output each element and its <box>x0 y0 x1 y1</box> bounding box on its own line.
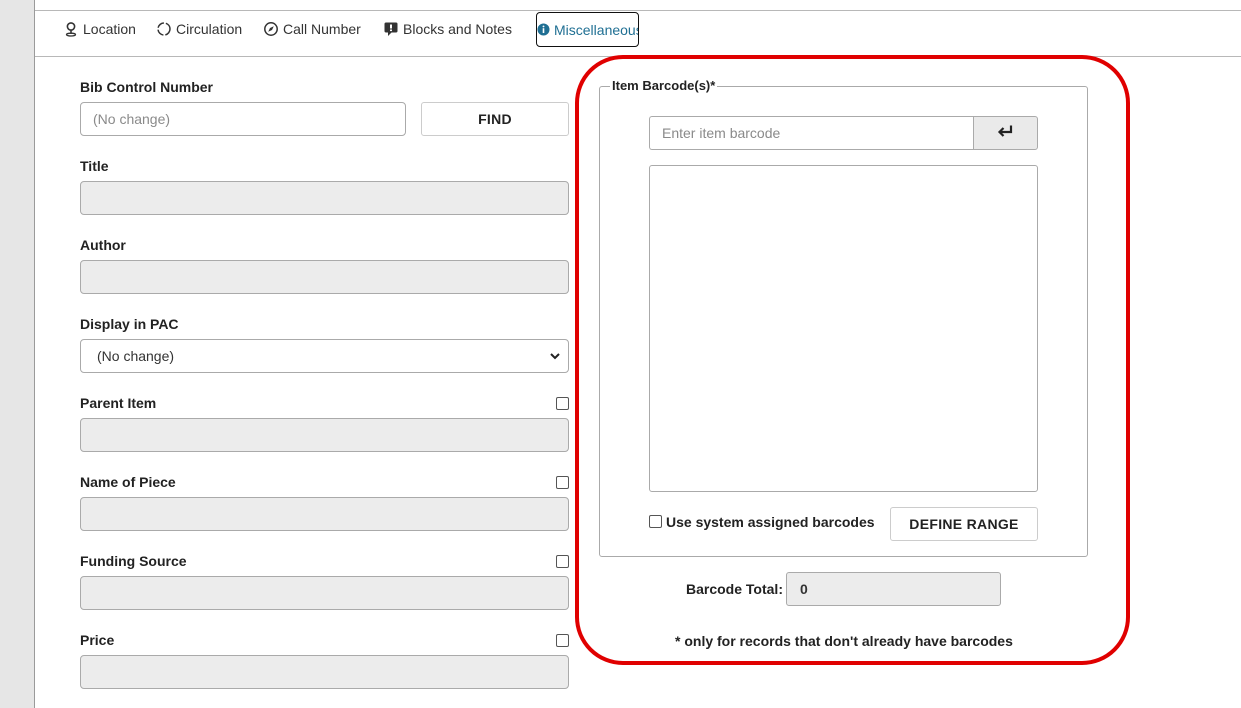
use-system-barcodes-checkbox[interactable] <box>649 515 662 528</box>
parent-item-label: Parent Item <box>80 395 157 411</box>
parent-item-field[interactable] <box>80 418 569 452</box>
add-barcode-button[interactable] <box>973 116 1038 150</box>
price-label: Price <box>80 632 115 648</box>
author-field[interactable] <box>80 260 569 294</box>
location-pin-icon <box>63 21 79 37</box>
price-field[interactable] <box>80 655 569 689</box>
funding-source-field[interactable] <box>80 576 569 610</box>
title-label: Title <box>80 158 109 174</box>
bib-control-number-input[interactable] <box>81 103 405 135</box>
parent-item-checkbox[interactable] <box>556 397 569 410</box>
barcode-list[interactable] <box>649 165 1038 492</box>
price-checkbox[interactable] <box>556 634 569 647</box>
tab-location-label: Location <box>83 21 136 37</box>
name-of-piece-field[interactable] <box>80 497 569 531</box>
tab-circulation[interactable]: Circulation <box>156 11 242 47</box>
name-of-piece-label: Name of Piece <box>80 474 176 490</box>
tab-blocks-and-notes[interactable]: Blocks and Notes <box>383 11 512 47</box>
author-label: Author <box>80 237 126 253</box>
left-gutter <box>0 0 35 708</box>
tab-location[interactable]: Location <box>63 11 136 47</box>
tab-call-number-label: Call Number <box>283 21 361 37</box>
circle-dashed-icon <box>156 21 172 37</box>
funding-source-label: Funding Source <box>80 553 187 569</box>
use-system-barcodes-label: Use system assigned barcodes <box>666 514 875 530</box>
tab-blocks-and-notes-label: Blocks and Notes <box>403 21 512 37</box>
display-in-pac-value: (No change) <box>97 348 175 364</box>
chevron-down-icon <box>548 349 562 363</box>
tab-call-number[interactable]: Call Number <box>263 11 361 47</box>
barcode-total-label: Barcode Total: <box>686 581 783 597</box>
item-barcode-field[interactable] <box>649 116 974 150</box>
barcode-total-field: 0 <box>786 572 1001 606</box>
tab-miscellaneous[interactable]: Miscellaneous <box>536 12 639 47</box>
item-barcodes-legend: Item Barcode(s)* <box>610 78 718 93</box>
bib-control-number-field[interactable] <box>80 102 406 136</box>
tab-miscellaneous-label: Miscellaneous <box>554 21 639 38</box>
info-icon <box>537 22 550 38</box>
note-icon <box>383 21 399 37</box>
funding-source-checkbox[interactable] <box>556 555 569 568</box>
find-button[interactable]: FIND <box>421 102 569 136</box>
title-field[interactable] <box>80 181 569 215</box>
item-barcode-input[interactable] <box>650 117 974 149</box>
define-range-button[interactable]: DEFINE RANGE <box>890 507 1038 541</box>
display-in-pac-select[interactable]: (No change) <box>80 339 569 373</box>
barcode-note: * only for records that don't already ha… <box>675 633 1013 649</box>
compass-icon <box>263 21 279 37</box>
enter-arrow-icon <box>997 124 1015 143</box>
display-in-pac-label: Display in PAC <box>80 316 179 332</box>
tab-bar: Location Circulation Call Number Blocks … <box>35 11 1241 57</box>
bib-control-number-label: Bib Control Number <box>80 79 213 95</box>
tab-circulation-label: Circulation <box>176 21 243 37</box>
name-of-piece-checkbox[interactable] <box>556 476 569 489</box>
